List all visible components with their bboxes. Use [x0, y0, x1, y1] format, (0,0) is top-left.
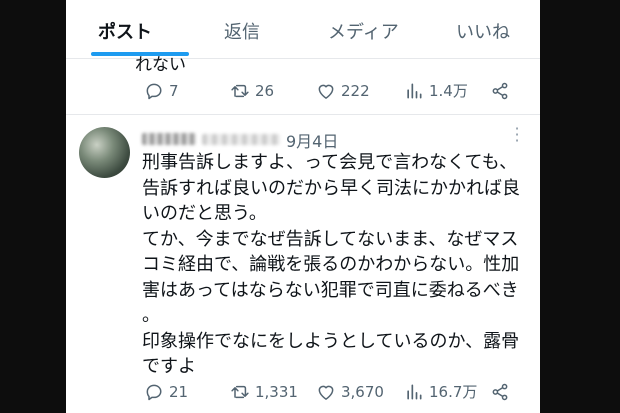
repost-icon — [231, 84, 249, 98]
post-text-line: 。 — [142, 305, 160, 326]
avatar[interactable] — [79, 127, 130, 178]
view-count: 1.4万 — [429, 82, 468, 100]
reply-count: 21 — [169, 383, 189, 401]
previous-post-actions: 7 26 222 1.4万 — [66, 76, 540, 106]
reply-icon — [146, 83, 162, 100]
post-text-line: ですよ — [142, 356, 196, 377]
profile-timeline: ポスト 返信 メディア いいね れない 7 26 222 1.4万 9月4日 ·… — [66, 0, 540, 413]
blurred-display-name — [142, 133, 196, 145]
post-text-line: 告訴すれば良いのだから早く司法にかかれば良 — [142, 177, 520, 199]
post-text-line: 害はあってはならない犯罪で司直に委ねるべき — [142, 279, 519, 301]
views-chart-icon — [407, 384, 422, 400]
post-text-line: 印象操作でなにをしようとしているのか、露骨 — [142, 330, 520, 352]
share-button[interactable] — [490, 76, 515, 106]
repost-count: 1,331 — [255, 383, 298, 401]
repost-button[interactable]: 1,331 — [230, 377, 298, 407]
like-count: 3,670 — [341, 383, 384, 401]
repost-button[interactable]: 26 — [230, 76, 274, 106]
like-count: 222 — [341, 82, 370, 100]
post-date[interactable]: 9月4日 — [286, 128, 338, 152]
tab-media[interactable]: メディア — [328, 18, 399, 44]
reply-button[interactable]: 7 — [144, 76, 179, 106]
tab-likes[interactable]: いいね — [456, 18, 510, 44]
reply-button[interactable]: 21 — [144, 377, 188, 407]
more-vertical-icon[interactable]: · · · — [511, 121, 523, 149]
reply-count: 7 — [169, 82, 179, 100]
heart-icon — [318, 84, 334, 99]
previous-post-text: れない — [135, 55, 186, 75]
post-divider — [66, 114, 540, 115]
like-button[interactable]: 222 — [316, 76, 370, 106]
repost-count: 26 — [255, 82, 275, 100]
blurred-user-handle — [202, 134, 280, 145]
share-icon — [492, 82, 508, 100]
share-button[interactable] — [490, 377, 515, 407]
repost-icon — [231, 385, 249, 399]
view-count: 16.7万 — [429, 383, 478, 401]
post-text-line: てか、今までなぜ告訴してないまま、なぜマス — [142, 228, 519, 250]
heart-icon — [318, 385, 334, 400]
tab-replies[interactable]: 返信 — [224, 18, 260, 44]
reply-icon — [146, 384, 162, 401]
post-text-line: コミ経由で、論戦を張るのかわからない。性加 — [142, 254, 520, 275]
post-text-line: いのだと思う。 — [142, 203, 267, 224]
tab-posts[interactable]: ポスト — [98, 18, 152, 44]
like-button[interactable]: 3,670 — [316, 377, 384, 407]
views-button[interactable]: 1.4万 — [404, 76, 468, 106]
views-button[interactable]: 16.7万 — [404, 377, 477, 407]
post-text: 刑事告訴しますよ、って会見で言わなくても、 告訴すれば良いのだから早く司法にかか… — [142, 150, 532, 380]
share-icon — [492, 383, 508, 401]
post-text-line: 刑事告訴しますよ、って会見で言わなくても、 — [142, 152, 518, 173]
post-actions: 21 1,331 3,670 16.7万 — [66, 377, 540, 407]
views-chart-icon — [407, 83, 422, 99]
